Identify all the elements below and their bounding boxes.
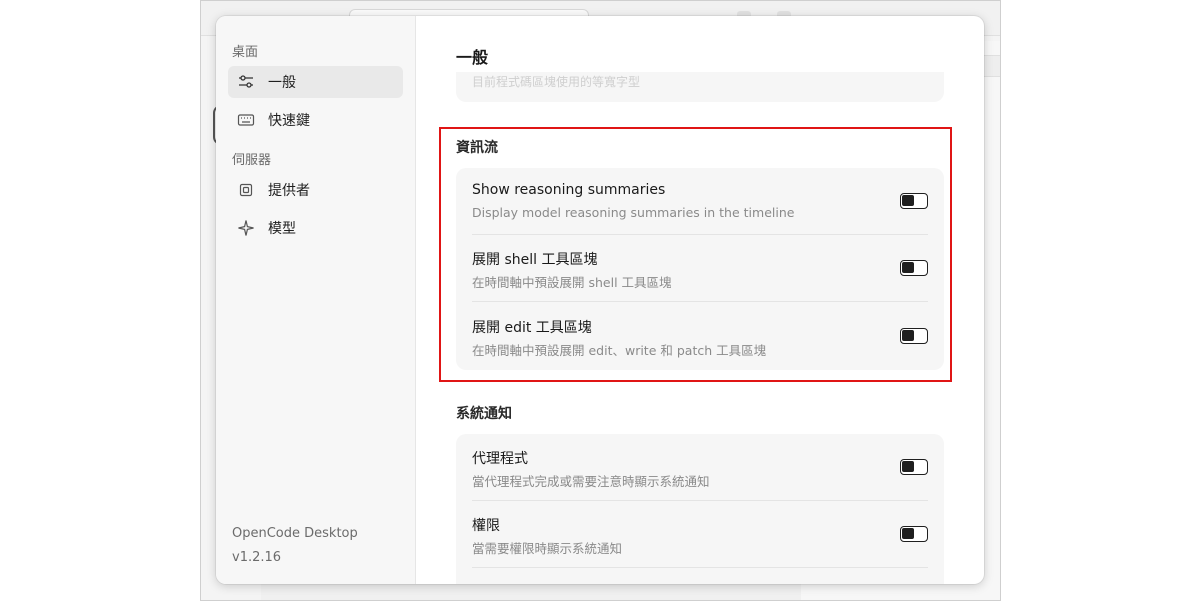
setting-title: 代理程式	[472, 451, 528, 467]
expand-edit-toggle[interactable]	[900, 328, 928, 344]
setting-title: 展開 shell 工具區塊	[472, 252, 598, 268]
row-divider	[472, 567, 928, 568]
page-title: 一般	[456, 48, 489, 67]
faded-setting-description: 目前程式碼區塊使用的等寬字型	[472, 75, 641, 89]
settings-content: 一般 目前程式碼區塊使用的等寬字型 資訊流 Show reasoning sum…	[416, 16, 984, 584]
row-divider	[472, 301, 928, 302]
toggle-knob	[902, 461, 914, 472]
permission-notification-toggle[interactable]	[900, 526, 928, 542]
sidebar-item-label: 提供者	[268, 183, 310, 199]
setting-description: Display model reasoning summaries in the…	[472, 205, 795, 220]
setting-description: 當代理程式完成或需要注意時顯示系統通知	[472, 474, 710, 489]
setting-description: 在時間軸中預設展開 edit、write 和 patch 工具區塊	[472, 343, 767, 358]
sidebar-item-shortcuts[interactable]: 快速鍵	[228, 104, 403, 136]
toggle-knob	[902, 528, 914, 539]
faded-setting-card: 目前程式碼區塊使用的等寬字型	[456, 72, 944, 102]
chip-icon	[236, 180, 256, 200]
keyboard-icon	[236, 110, 256, 130]
sidebar-item-general[interactable]: 一般	[228, 66, 403, 98]
toggle-knob	[902, 262, 914, 273]
settings-dialog: 桌面 一般 快速鍵 伺服器 提供者 模型 OpenCode Desktop v1…	[216, 16, 984, 584]
sidebar-item-label: 一般	[268, 75, 296, 91]
sidebar-item-providers[interactable]: 提供者	[228, 174, 403, 206]
expand-shell-toggle[interactable]	[900, 260, 928, 276]
show-reasoning-toggle[interactable]	[900, 193, 928, 209]
toggle-knob	[902, 195, 914, 206]
app-name: OpenCode Desktop	[232, 526, 358, 541]
sidebar-item-models[interactable]: 模型	[228, 212, 403, 244]
setting-row: 展開 edit 工具區塊 在時間軸中預設展開 edit、write 和 patc…	[472, 303, 928, 370]
app-version: v1.2.16	[232, 550, 282, 565]
settings-sidebar: 桌面 一般 快速鍵 伺服器 提供者 模型 OpenCode Desktop v1…	[216, 16, 416, 584]
setting-row: Show reasoning summaries Display model r…	[472, 168, 928, 235]
sidebar-section-server: 伺服器	[232, 153, 272, 168]
setting-title: Show reasoning summaries	[472, 182, 666, 198]
setting-description: 在時間軸中預設展開 shell 工具區塊	[472, 275, 672, 290]
setting-title: 展開 edit 工具區塊	[472, 320, 592, 336]
setting-row: 代理程式 當代理程式完成或需要注意時顯示系統通知	[472, 434, 928, 501]
toggle-knob	[902, 330, 914, 341]
setting-row: 展開 shell 工具區塊 在時間軸中預設展開 shell 工具區塊	[472, 235, 928, 302]
sparkle-icon	[236, 218, 256, 238]
agent-notification-toggle[interactable]	[900, 459, 928, 475]
settings-card-notifications: 代理程式 當代理程式完成或需要注意時顯示系統通知 權限 當需要權限時顯示系統通知	[456, 434, 944, 584]
settings-card-feed: Show reasoning summaries Display model r…	[456, 168, 944, 370]
setting-description: 當需要權限時顯示系統通知	[472, 541, 623, 556]
group-title-feed: 資訊流	[456, 140, 498, 156]
group-title-notifications: 系統通知	[456, 406, 512, 422]
sidebar-item-label: 模型	[268, 221, 296, 237]
setting-title: 權限	[472, 518, 500, 534]
sidebar-section-desktop: 桌面	[232, 45, 259, 60]
sliders-icon	[236, 72, 256, 92]
sidebar-item-label: 快速鍵	[268, 113, 310, 129]
setting-row: 權限 當需要權限時顯示系統通知	[472, 501, 928, 568]
